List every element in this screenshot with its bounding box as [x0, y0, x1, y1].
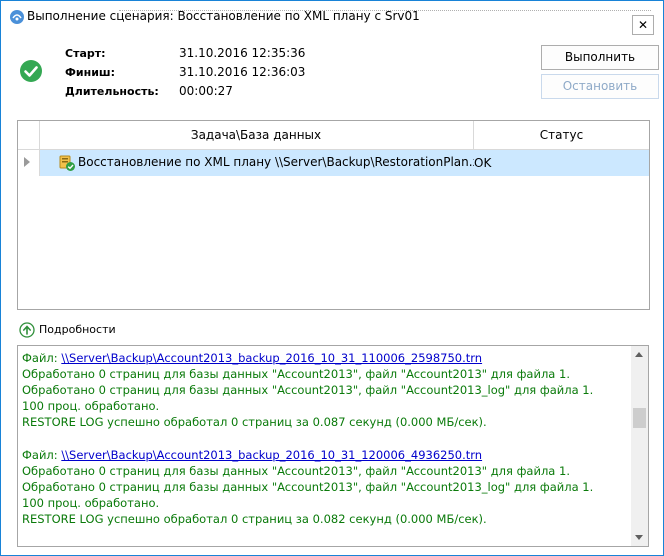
log-line: Обработано 0 страниц для базы данных "Ac…: [22, 383, 594, 397]
collapse-up-icon: [19, 322, 35, 338]
close-button[interactable]: ✕: [632, 15, 654, 35]
column-header-task[interactable]: Задача\База данных: [39, 121, 474, 149]
scroll-thumb[interactable]: [633, 408, 646, 428]
log-file-prefix: Файл:: [22, 351, 62, 365]
row-selector-header[interactable]: [18, 121, 40, 149]
log-line: Проверяем базу Account2013: [22, 544, 632, 546]
start-value: 31.10.2016 12:35:36: [179, 46, 306, 60]
task-status: OK: [474, 156, 492, 170]
log-file-line: Файл: \\Server\Backup\Account2013_backup…: [22, 447, 632, 463]
status-cell[interactable]: OK: [474, 150, 649, 176]
details-label: Подробности: [39, 323, 116, 336]
log-line: RESTORE LOG успешно обработал 0 страниц …: [22, 512, 487, 526]
row-pointer-icon: [24, 157, 30, 167]
finish-value: 31.10.2016 12:36:03: [179, 65, 306, 79]
app-logo-icon: [9, 9, 25, 25]
arrow-up-icon: [635, 352, 643, 357]
duration-value: 00:00:27: [179, 84, 233, 98]
log-line: Обработано 0 страниц для базы данных "Ac…: [22, 367, 570, 381]
scroll-down-button[interactable]: [631, 529, 648, 546]
log-line: RESTORE LOG успешно обработал 0 страниц …: [22, 415, 487, 429]
log-file-line: Файл: \\Server\Backup\Account2013_backup…: [22, 350, 632, 366]
stop-button[interactable]: Остановить: [541, 74, 659, 99]
details-separator: [119, 10, 651, 11]
log-file-link[interactable]: \\Server\Backup\Account2013_backup_2016_…: [61, 351, 482, 365]
grid-header: Задача\База данных Статус: [18, 121, 649, 150]
close-icon: ✕: [637, 18, 649, 32]
log-file-prefix: Файл:: [22, 448, 62, 462]
log-file-link[interactable]: \\Server\Backup\Account2013_backup_2016_…: [61, 448, 482, 462]
window-title: Выполнение сценария: Восстановление по X…: [27, 9, 420, 23]
tasks-grid: Задача\База данных Статус Восстановление: [17, 120, 650, 310]
title-bar[interactable]: Выполнение сценария: Восстановление по X…: [1, 1, 663, 35]
run-button[interactable]: Выполнить: [541, 45, 659, 70]
vertical-scrollbar[interactable]: [631, 346, 648, 546]
finish-label: Финиш:: [65, 66, 116, 79]
scroll-up-button[interactable]: [631, 346, 648, 363]
script-execution-window: Выполнение сценария: Восстановление по X…: [0, 0, 664, 556]
task-name: Восстановление по XML плану \\Server\Bac…: [78, 155, 495, 169]
log-lines: Файл: \\Server\Backup\Account2013_backup…: [22, 350, 632, 546]
log-line: 100 проц. обработано.: [22, 496, 160, 510]
log-line: 100 проц. обработано.: [22, 399, 160, 413]
column-header-status[interactable]: Статус: [474, 121, 649, 149]
table-row[interactable]: Восстановление по XML плану \\Server\Bac…: [18, 150, 649, 176]
task-cell[interactable]: Восстановление по XML плану \\Server\Bac…: [40, 150, 495, 176]
duration-label: Длительность:: [65, 85, 159, 98]
start-label: Старт:: [65, 47, 106, 60]
details-log[interactable]: Файл: \\Server\Backup\Account2013_backup…: [17, 345, 649, 547]
restore-plan-icon: [58, 154, 76, 172]
row-indicator[interactable]: [18, 150, 40, 176]
check-circle-icon: [19, 59, 43, 83]
log-line: Обработано 0 страниц для базы данных "Ac…: [22, 464, 570, 478]
arrow-down-icon: [635, 535, 643, 540]
log-line: Обработано 0 страниц для базы данных "Ac…: [22, 480, 594, 494]
